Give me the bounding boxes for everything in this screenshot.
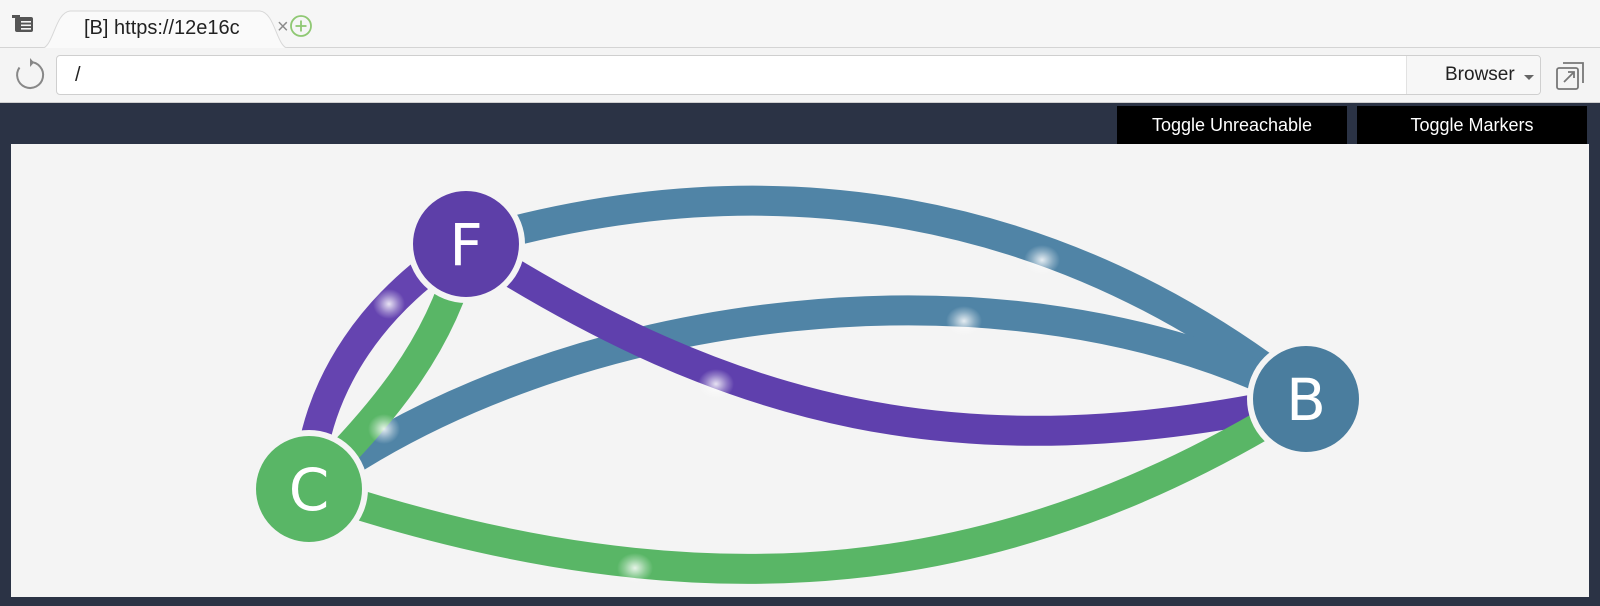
app-container: Toggle Unreachable Toggle Markers F B C [0, 104, 1600, 606]
reload-icon[interactable] [13, 58, 47, 92]
graph-node-b[interactable]: B [1247, 340, 1365, 458]
tab-bar: [B] https://12e16c × [0, 0, 1600, 49]
url-input[interactable]: / [75, 64, 81, 87]
edge-marker [617, 553, 653, 583]
edge-marker [946, 306, 982, 336]
address-toolbar: / Browser [0, 48, 1600, 103]
edge-marker [373, 289, 405, 319]
browser-mode-label: Browser [1445, 64, 1515, 85]
graph-svg: F B C [250, 185, 1365, 584]
chevron-down-icon [1524, 75, 1534, 80]
close-icon[interactable]: × [277, 16, 289, 38]
graph-node-c[interactable]: C [250, 430, 368, 548]
popout-icon[interactable] [1555, 61, 1585, 91]
browser-mode-select[interactable]: Browser [1406, 56, 1540, 94]
node-label-c: C [289, 456, 330, 524]
toggle-markers-button[interactable]: Toggle Markers [1357, 106, 1587, 144]
graph-canvas[interactable]: F B C [11, 144, 1589, 597]
graph-node-f[interactable]: F [407, 185, 525, 303]
tab-active[interactable]: [B] https://12e16c × [40, 7, 290, 49]
tab-title: [B] https://12e16c [84, 17, 240, 39]
toggle-unreachable-button[interactable]: Toggle Unreachable [1117, 106, 1347, 144]
node-label-b: B [1286, 366, 1326, 434]
url-bar[interactable]: / Browser [56, 55, 1541, 95]
node-label-f: F [449, 211, 482, 279]
menu-icon[interactable] [12, 12, 38, 36]
edge-marker [368, 414, 400, 444]
edge-marker [1024, 245, 1060, 275]
new-tab-icon[interactable] [289, 14, 313, 38]
edge-marker [698, 369, 734, 399]
